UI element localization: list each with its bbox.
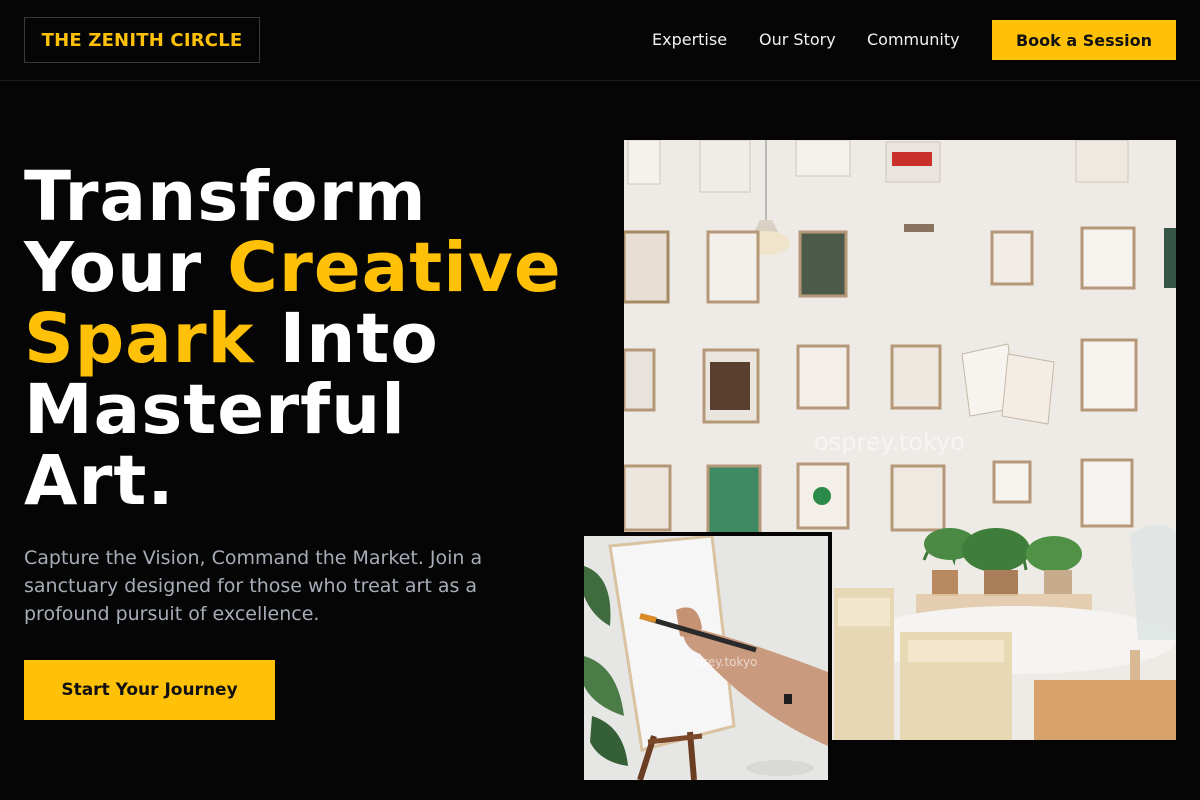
headline-line-1: Transform [24, 157, 427, 237]
headline-line-5: Art. [24, 441, 175, 521]
hero-subtext: Capture the Vision, Command the Market. … [24, 547, 483, 625]
headline-line-4: Masterful [24, 370, 406, 450]
painting-illustration: osprey.tokyo [584, 536, 828, 780]
nav-link-our-story[interactable]: Our Story [759, 30, 836, 49]
headline-accent-creative: Creative [227, 228, 562, 308]
logo[interactable]: THE ZENITH CIRCLE [24, 17, 260, 63]
painting-easel-photo: osprey.tokyo [580, 532, 832, 784]
nav-link-community[interactable]: Community [867, 30, 960, 49]
watermark-text: osprey.tokyo [814, 428, 965, 456]
hero-headline: Transform Your Creative Spark Into Maste… [24, 162, 614, 517]
nav-link-expertise[interactable]: Expertise [652, 30, 727, 49]
site-header: THE ZENITH CIRCLE Expertise Our Story Co… [0, 0, 1200, 81]
headline-line-2a: Your [24, 228, 228, 308]
start-journey-button[interactable]: Start Your Journey [24, 660, 275, 720]
book-session-button[interactable]: Book a Session [992, 20, 1176, 60]
inset-watermark-text: osprey.tokyo [682, 655, 757, 669]
headline-line-3b: Into [254, 299, 439, 379]
headline-accent-spark: Spark [24, 299, 255, 379]
